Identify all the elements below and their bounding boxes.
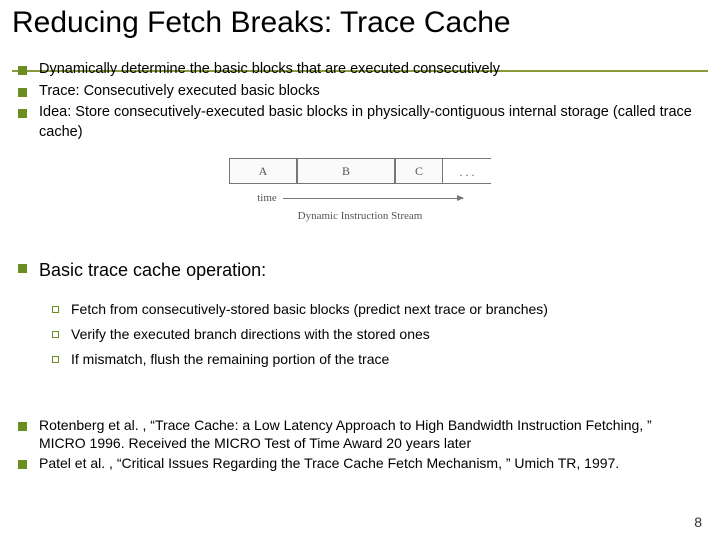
bullet-item: Idea: Store consecutively-executed basic… xyxy=(18,103,702,142)
trace-diagram: A B C . . . time Dynamic Instruction Str… xyxy=(0,158,720,222)
diagram-block: C xyxy=(395,158,443,184)
bullet-icon xyxy=(18,422,27,431)
bullet-icon xyxy=(18,264,27,273)
diagram-blocks-row: A B C . . . xyxy=(229,158,491,184)
reference-text: Patel et al. , “Critical Issues Regardin… xyxy=(39,454,619,472)
reference-item: Rotenberg et al. , “Trace Cache: a Low L… xyxy=(18,416,702,452)
bullet-icon xyxy=(18,460,27,469)
reference-item: Patel et al. , “Critical Issues Regardin… xyxy=(18,454,702,472)
sub-bullet-icon xyxy=(52,331,59,338)
bullet-icon xyxy=(18,109,27,118)
top-bullets-group: Dynamically determine the basic blocks t… xyxy=(0,58,720,142)
bullet-icon xyxy=(18,88,27,97)
sub-bullet-text: Fetch from consecutively-stored basic bl… xyxy=(71,300,548,319)
diagram-block: B xyxy=(297,158,395,184)
bullet-text: Dynamically determine the basic blocks t… xyxy=(39,60,500,80)
diagram-block: A xyxy=(229,158,297,184)
bullet-text: Trace: Consecutively executed basic bloc… xyxy=(39,82,320,102)
sub-bullet-icon xyxy=(52,356,59,363)
sub-bullet-item: If mismatch, flush the remaining portion… xyxy=(18,350,702,369)
bullet-text: Idea: Store consecutively-executed basic… xyxy=(39,103,702,142)
arrow-label: time xyxy=(257,192,277,204)
bullet-item: Trace: Consecutively executed basic bloc… xyxy=(18,82,702,102)
reference-text: Rotenberg et al. , “Trace Cache: a Low L… xyxy=(39,416,702,452)
references-group: Rotenberg et al. , “Trace Cache: a Low L… xyxy=(0,414,720,473)
diagram-arrow: time xyxy=(257,192,463,204)
bullet-item: Dynamically determine the basic blocks t… xyxy=(18,60,702,80)
sub-bullet-icon xyxy=(52,306,59,313)
slide-title: Reducing Fetch Breaks: Trace Cache xyxy=(0,0,720,41)
diagram-ellipsis: . . . xyxy=(443,158,491,184)
sub-bullet-text: If mismatch, flush the remaining portion… xyxy=(71,350,389,369)
diagram-caption: Dynamic Instruction Stream xyxy=(298,210,423,222)
sub-bullets-group: Fetch from consecutively-stored basic bl… xyxy=(0,298,720,369)
page-number: 8 xyxy=(694,514,702,530)
sub-bullet-item: Fetch from consecutively-stored basic bl… xyxy=(18,300,702,319)
sub-bullet-item: Verify the executed branch directions wi… xyxy=(18,325,702,344)
heading-item: Basic trace cache operation: xyxy=(18,258,702,282)
heading-text: Basic trace cache operation: xyxy=(39,258,266,282)
arrow-icon xyxy=(283,198,463,199)
bullet-icon xyxy=(18,66,27,75)
mid-heading-group: Basic trace cache operation: xyxy=(0,256,720,282)
sub-bullet-text: Verify the executed branch directions wi… xyxy=(71,325,430,344)
